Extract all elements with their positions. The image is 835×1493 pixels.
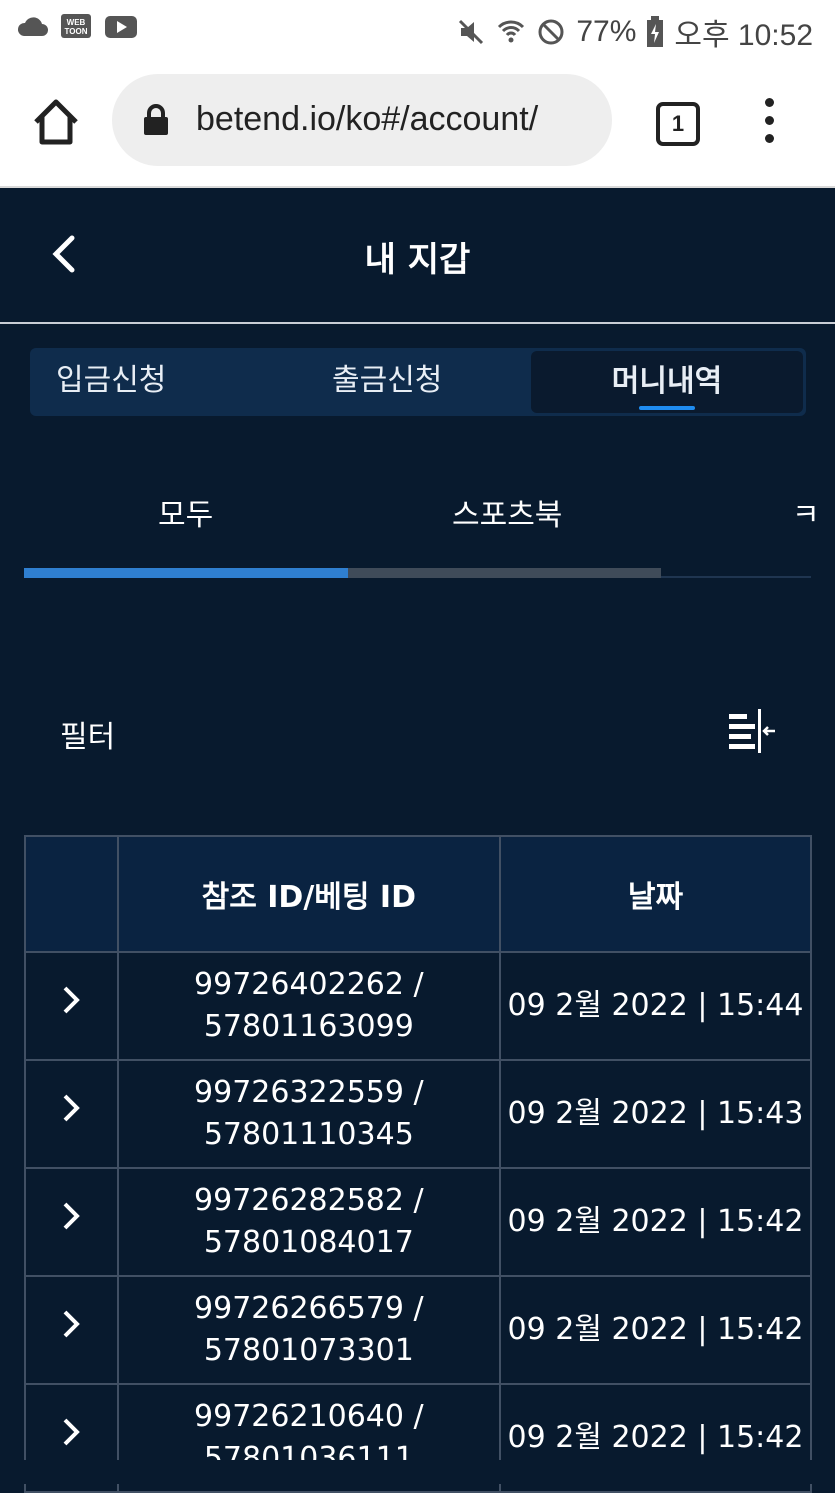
date-cell: 09 2월 2022 | 15:44 [498, 951, 813, 1061]
wifi-icon [498, 20, 525, 43]
bottom-clip [0, 1460, 835, 1484]
tab-money-history-label: 머니내역 [611, 364, 723, 399]
webtoon-icon: WEBTOON [61, 14, 91, 38]
table-row[interactable]: 99726322559 / 57801110345 09 2월 2022 | 1… [24, 1059, 813, 1169]
filter-toggle-icon[interactable] [727, 709, 777, 753]
table-row[interactable]: 99726402262 / 57801163099 09 2월 2022 | 1… [24, 951, 813, 1061]
wallet-tabs: 입금신청 출금신청 머니내역 [30, 348, 806, 416]
youtube-icon [105, 16, 137, 38]
chevron-right-icon[interactable] [62, 1417, 81, 1447]
table-row[interactable]: 99726282582 / 57801084017 09 2월 2022 | 1… [24, 1167, 813, 1277]
active-tab-indicator [639, 406, 695, 410]
column-header-reference-id: 참조 ID/베팅 ID [116, 835, 501, 953]
more-menu-icon[interactable] [762, 98, 778, 144]
home-icon[interactable] [30, 96, 82, 148]
url-text: betend.io/ko#/account/ [196, 100, 539, 138]
subtab-all[interactable]: 모두 [158, 490, 213, 534]
subtab-casino-partial[interactable]: ㅋ [792, 490, 820, 534]
table-row[interactable]: 99726266579 / 57801073301 09 2월 2022 | 1… [24, 1275, 813, 1385]
subtab-sportsbook[interactable]: 스포츠북 [452, 490, 562, 534]
table-header-row: 참조 ID/베팅 ID 날짜 [24, 835, 813, 953]
cloud-icon [17, 17, 48, 36]
reference-id-cell: 99726402262 / 57801163099 [116, 951, 501, 1061]
column-header-date: 날짜 [498, 835, 813, 953]
subtab-active-indicator [24, 568, 348, 578]
column-header-expand [24, 835, 119, 953]
page-title: 내 지갑 [364, 240, 471, 280]
battery-percent: 77% [576, 15, 637, 48]
reference-id-cell: 99726266579 / 57801073301 [116, 1275, 501, 1385]
status-bar: WEB TOON 77% 오후 10:52 [0, 0, 835, 58]
reference-id-cell: 99726282582 / 57801084017 [116, 1167, 501, 1277]
lock-icon [144, 104, 168, 135]
date-cell: 09 2월 2022 | 15:42 [498, 1167, 813, 1277]
battery-charging-icon [647, 16, 664, 47]
chevron-right-icon[interactable] [62, 1093, 81, 1123]
tab-money-history[interactable]: 머니내역 [531, 351, 803, 413]
chevron-right-icon[interactable] [62, 985, 81, 1015]
address-bar[interactable]: betend.io/ko#/account/ [112, 74, 612, 166]
date-cell: 09 2월 2022 | 15:42 [498, 1275, 813, 1385]
tab-withdraw[interactable]: 출금신청 [332, 348, 442, 416]
app-header: 내 지갑 [0, 188, 835, 324]
no-disturb-icon [538, 19, 564, 45]
date-cell: 09 2월 2022 | 15:43 [498, 1059, 813, 1169]
svg-text:WEB: WEB [67, 18, 86, 27]
reference-id-cell: 99726322559 / 57801110345 [116, 1059, 501, 1169]
chevron-right-icon[interactable] [62, 1201, 81, 1231]
tab-switcher-button[interactable]: 1 [656, 102, 700, 146]
mute-icon [459, 19, 484, 45]
tab-deposit[interactable]: 입금신청 [56, 348, 166, 416]
svg-text:TOON: TOON [65, 27, 88, 36]
chevron-right-icon[interactable] [62, 1309, 81, 1339]
money-history-table: 참조 ID/베팅 ID 날짜 99726402262 / 57801163099… [24, 835, 813, 1493]
browser-toolbar: betend.io/ko#/account/ 1 [0, 58, 835, 188]
clock: 오후 10:52 [674, 19, 813, 52]
filter-label[interactable]: 필터 [60, 712, 115, 756]
